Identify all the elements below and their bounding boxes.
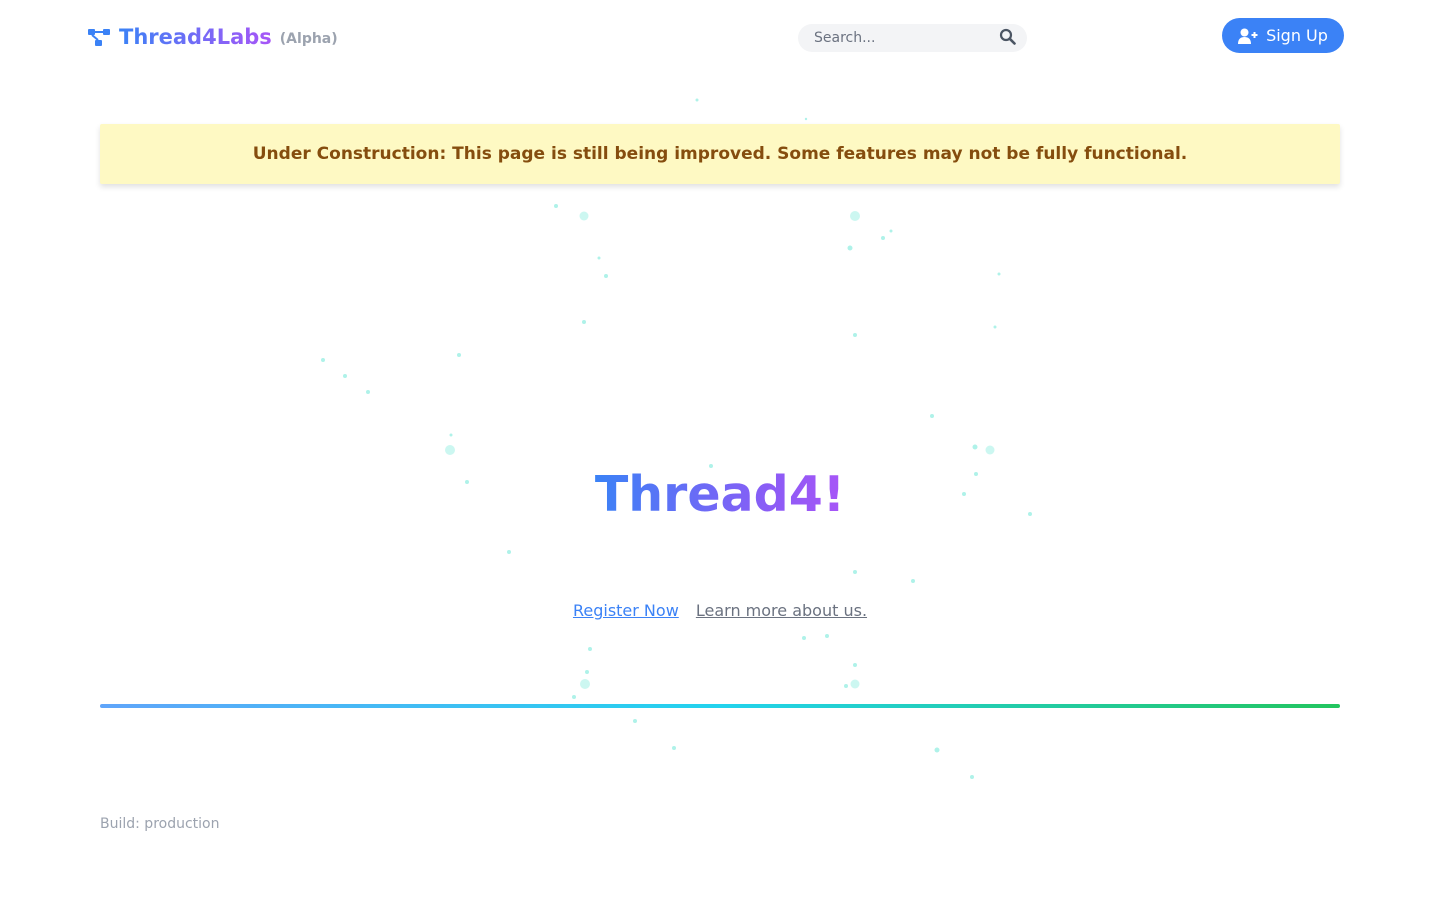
search-icon[interactable] <box>999 28 1016 45</box>
particle-dot <box>853 570 857 574</box>
particle-dot <box>695 98 699 102</box>
particle-dot <box>802 636 806 640</box>
particle-dot <box>572 695 576 699</box>
hero-title-text: Thread4! <box>594 466 846 523</box>
user-plus-icon <box>1238 28 1258 44</box>
particle-dot <box>972 444 978 450</box>
particle-dot <box>889 229 893 233</box>
hero-links: Register Now Learn more about us. <box>0 601 1440 620</box>
learn-more-link[interactable]: Learn more about us. <box>696 601 867 620</box>
brand-name: Thread4Labs <box>119 25 272 49</box>
particle-dot <box>366 390 370 394</box>
particle-dot <box>985 445 995 455</box>
particle-dot <box>604 274 608 278</box>
brand-logo-link[interactable]: Thread4Labs (Alpha) <box>87 25 338 49</box>
sign-up-button[interactable]: Sign Up <box>1222 18 1344 53</box>
particle-dot <box>970 775 974 779</box>
hero-title: Thread4! <box>0 466 1440 523</box>
particle-dot <box>993 325 997 329</box>
particle-dot <box>445 445 455 455</box>
sign-up-label: Sign Up <box>1266 26 1328 45</box>
particle-dot <box>847 245 853 251</box>
particle-dot <box>588 647 592 651</box>
build-label: Build: production <box>100 816 220 832</box>
particle-dot <box>449 433 453 437</box>
particle-dot <box>554 204 558 208</box>
particle-dot <box>580 679 590 689</box>
register-now-link[interactable]: Register Now <box>573 601 679 620</box>
particle-dot <box>881 236 885 240</box>
search-input[interactable] <box>798 24 988 52</box>
particle-dot <box>579 211 589 221</box>
particle-dot <box>672 746 676 750</box>
particle-dot <box>850 679 860 689</box>
particle-dot <box>911 579 915 583</box>
particle-dot <box>597 256 601 260</box>
particle-dot <box>457 353 461 357</box>
particle-dot <box>825 634 829 638</box>
particle-dot <box>321 358 325 362</box>
gradient-divider <box>100 704 1340 708</box>
particle-dot <box>853 333 857 337</box>
top-navbar: Thread4Labs (Alpha) Sign Up <box>0 0 1440 76</box>
particle-dot <box>585 670 589 674</box>
brand-tag: (Alpha) <box>279 30 338 47</box>
particle-dot <box>853 663 857 667</box>
particle-dot <box>507 550 511 554</box>
particle-dot <box>804 117 808 121</box>
under-construction-banner: Under Construction: This page is still b… <box>100 124 1340 184</box>
particle-dot <box>997 272 1001 276</box>
particle-dot <box>633 719 637 723</box>
network-icon <box>88 29 110 46</box>
particle-dot <box>343 374 347 378</box>
particle-dot <box>844 684 848 688</box>
particle-dot <box>850 211 860 221</box>
particle-dot <box>934 747 940 753</box>
search-box <box>798 24 1027 52</box>
banner-text: Under Construction: This page is still b… <box>252 144 1188 164</box>
particle-dot <box>582 320 586 324</box>
particle-dot <box>930 414 934 418</box>
